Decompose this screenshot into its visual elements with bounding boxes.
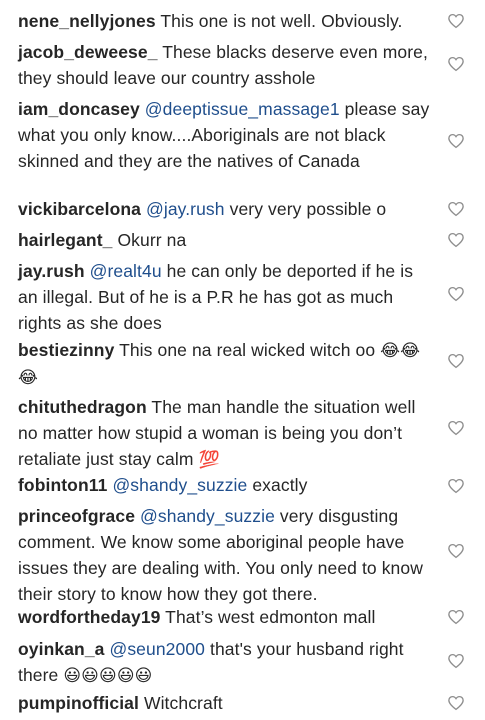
emoji-hundred-icon: 💯 [198,450,220,470]
comment-mention[interactable]: @jay.rush [146,199,225,219]
comment-username[interactable]: jacob_deweese_ [18,42,158,62]
comment-mention[interactable]: @realt4u [90,261,162,281]
comment-item: nene_nellyjones This one is not well. Ob… [18,8,430,34]
heart-outline-icon[interactable] [447,652,465,670]
comment-text: This one is not well. Obviously. [160,11,403,31]
heart-outline-icon[interactable] [447,55,465,73]
comment-text: This one na real wicked witch oo [119,340,376,360]
comment-username[interactable]: oyinkan_a [18,639,105,659]
comment-item: jay.rush @realt4u he can only be deporte… [18,258,430,336]
comment-item: vickibarcelona @jay.rush very very possi… [18,196,430,222]
comment-item: chituthedragon The man handle the situat… [18,394,430,473]
comment-mention[interactable]: @shandy_suzzie [112,475,247,495]
comment-item: bestiezinny This one na real wicked witc… [18,337,430,391]
comment-username[interactable]: jay.rush [18,261,85,281]
heart-outline-icon[interactable] [447,285,465,303]
comment-text: Witchcraft [143,693,223,713]
comment-item: jacob_deweese_ These blacks deserve even… [18,39,430,91]
comment-username[interactable]: nene_nellyjones [18,11,156,31]
comment-item: iam_doncasey @deeptissue_massage1 please… [18,96,430,174]
heart-outline-icon[interactable] [447,694,465,712]
comment-username[interactable]: iam_doncasey [18,99,140,119]
heart-outline-icon[interactable] [447,477,465,495]
comment-text: exactly [252,475,308,495]
heart-outline-icon[interactable] [447,608,465,626]
comment-username[interactable]: fobinton11 [18,475,107,495]
comment-item: hairlegant_ Okurr na [18,227,430,253]
comment-username[interactable]: bestiezinny [18,340,114,360]
comment-item: princeofgrace @shandy_suzzie very disgus… [18,503,430,607]
comment-item: oyinkan_a @seun2000 that's your husband … [18,636,430,689]
comment-item: wordfortheday19 That’s west edmonton mal… [18,604,430,630]
comment-mention[interactable]: @shandy_suzzie [140,506,275,526]
heart-outline-icon[interactable] [447,231,465,249]
comment-username[interactable]: hairlegant_ [18,230,112,250]
heart-outline-icon[interactable] [447,132,465,150]
comment-text: That’s west edmonton mall [165,607,376,627]
comment-item: fobinton11 @shandy_suzzie exactly [18,472,430,498]
comment-username[interactable]: pumpinofficial [18,693,139,713]
heart-outline-icon[interactable] [447,352,465,370]
comment-text: Okurr na [117,230,187,250]
comment-list: nene_nellyjones This one is not well. Ob… [0,0,485,720]
emoji-smiley-icon: 😃😃😃😃😃 [63,666,153,686]
comment-mention[interactable]: @seun2000 [109,639,205,659]
comment-username[interactable]: princeofgrace [18,506,135,526]
comment-text: very very possible o [229,199,387,219]
comment-username[interactable]: chituthedragon [18,397,147,417]
comment-item: pumpinofficial Witchcraft [18,690,430,716]
comment-username[interactable]: wordfortheday19 [18,607,161,627]
comment-username[interactable]: vickibarcelona [18,199,141,219]
heart-outline-icon[interactable] [447,200,465,218]
heart-outline-icon[interactable] [447,12,465,30]
heart-outline-icon[interactable] [447,419,465,437]
comment-mention[interactable]: @deeptissue_massage1 [145,99,340,119]
heart-outline-icon[interactable] [447,542,465,560]
